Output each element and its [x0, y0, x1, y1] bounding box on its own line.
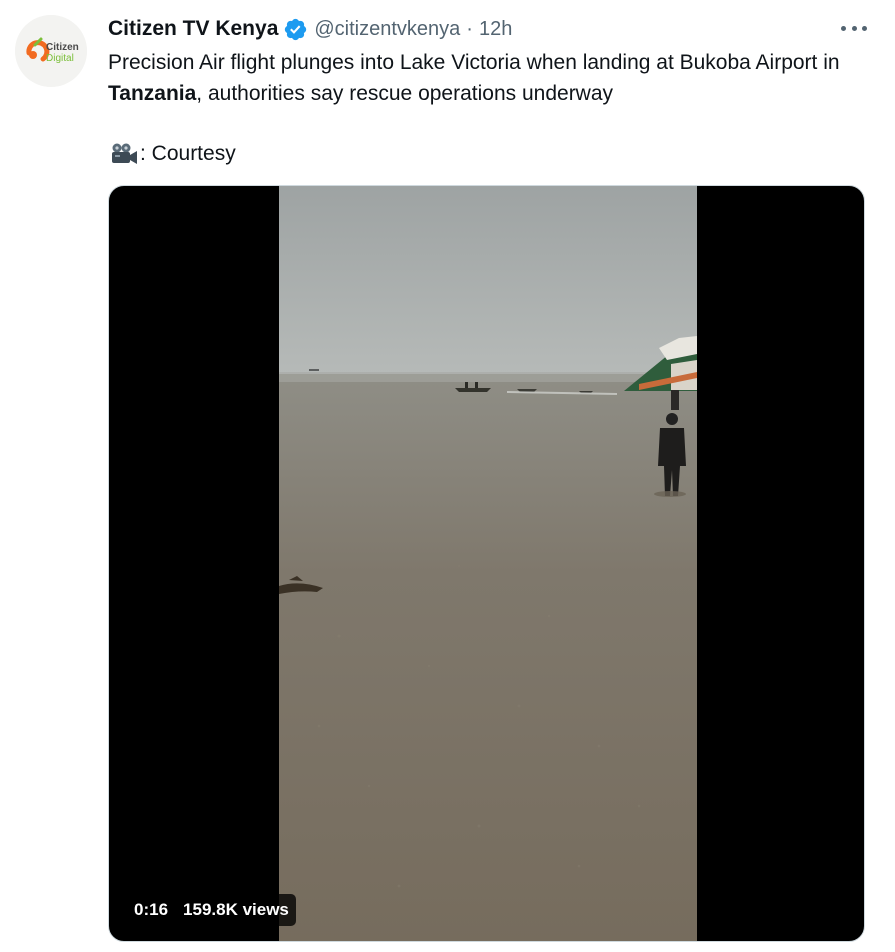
more-options-icon[interactable] — [841, 18, 867, 38]
tweet-text-bold: Tanzania — [108, 82, 197, 105]
avatar[interactable]: Citizen Digital — [15, 15, 87, 87]
tweet-text-part2: , authorities say rescue operations unde… — [196, 82, 614, 105]
credit-text: : Courtesy — [140, 142, 236, 165]
tweet-text: Precision Air flight plunges into Lake V… — [108, 47, 848, 109]
movie-camera-icon — [108, 142, 138, 166]
avatar-text-line1: Citizen — [46, 42, 79, 53]
video-views: 159.8K views — [183, 900, 289, 919]
tweet-header: Citizen TV Kenya @citizentvkenya · 12h — [108, 14, 512, 44]
video-info-overlay: 0:16 159.8K views — [127, 894, 296, 926]
timestamp[interactable]: 12h — [479, 18, 512, 41]
display-name[interactable]: Citizen TV Kenya — [108, 17, 278, 41]
verified-badge-icon — [283, 17, 308, 42]
video-player[interactable]: 0:16 159.8K views — [108, 185, 865, 942]
video-duration: 0:16 — [134, 900, 169, 919]
tweet-credit: : Courtesy — [108, 138, 236, 169]
video-frame[interactable] — [279, 186, 697, 941]
avatar-text-line2: Digital — [46, 53, 74, 64]
separator-dot: · — [466, 17, 473, 40]
tweet-text-part1: Precision Air flight plunges into Lake V… — [108, 51, 840, 74]
tweet[interactable]: Citizen Digital Citizen TV Kenya @citize… — [0, 0, 895, 952]
handle[interactable]: @citizentvkenya — [314, 18, 460, 41]
